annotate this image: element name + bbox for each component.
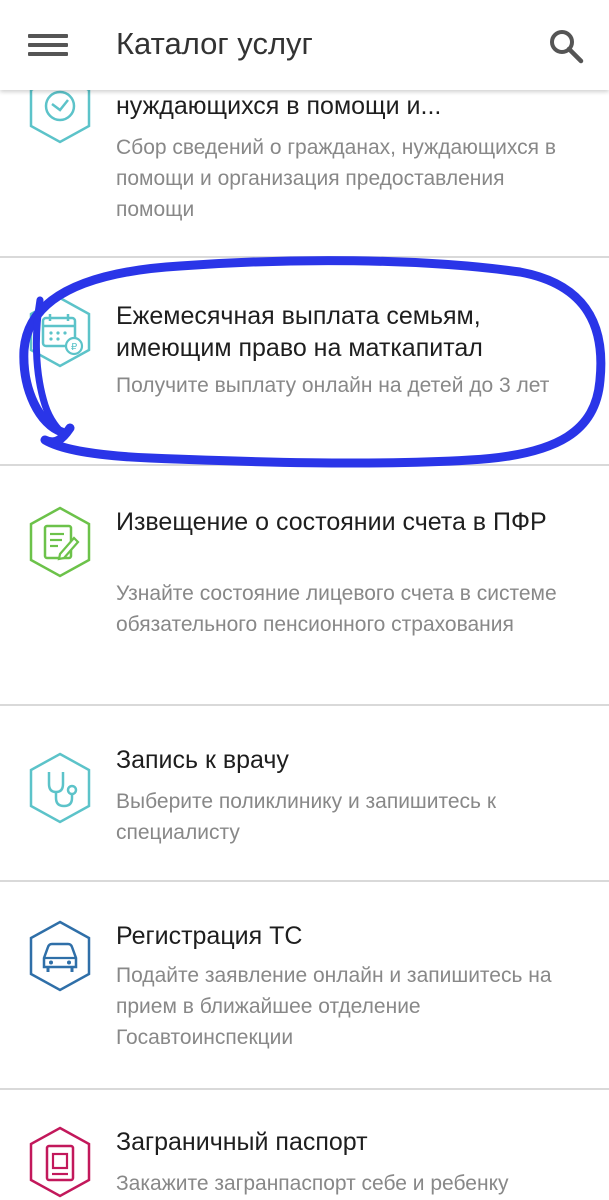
item-description: Сбор сведений о гражданах, нуждающихся в… [116, 136, 557, 221]
hamburger-menu-icon[interactable] [20, 22, 72, 68]
item-title: Заграничный паспорт [116, 1128, 368, 1156]
car-icon [29, 920, 91, 992]
list-item-doctor-appointment[interactable]: Запись к врачу Выберите поликлинику и за… [0, 706, 609, 882]
search-icon[interactable] [546, 26, 586, 66]
item-title: Регистрация ТС [116, 922, 303, 950]
page-title: Каталог услуг [116, 26, 313, 61]
screen: нуждающихся в помощи и... Сбор сведений … [0, 0, 609, 1200]
passport-icon [29, 1126, 91, 1198]
item-description: Выберите поликлинику и запишитесь к спец… [116, 790, 497, 844]
list-item-pfr-account[interactable]: Извещение о состоянии счета в ПФР Узнайт… [0, 466, 609, 706]
item-description: Закажите загранпаспорт себе и ребенку [116, 1172, 509, 1195]
item-title: Извещение о состоянии счета в ПФР [116, 508, 547, 536]
document-edit-icon [29, 506, 91, 578]
item-title: Ежемесячная выплата семьям, имеющим прав… [116, 302, 483, 362]
stethoscope-icon [29, 752, 91, 824]
item-title: Запись к врачу [116, 746, 289, 774]
calendar-ruble-icon: ₽ [29, 296, 91, 368]
list-item-monthly-payment[interactable]: ₽ Ежемесячная выплата семьям, имеющим пр… [0, 258, 609, 466]
item-description: Подайте заявление онлайн и запишитесь на… [116, 964, 552, 1049]
item-description: Получите выплату онлайн на детей до 3 ле… [116, 374, 550, 397]
app-bar: Каталог услуг [0, 0, 609, 90]
svg-text:₽: ₽ [71, 342, 78, 353]
list-item-vehicle-registration[interactable]: Регистрация ТС Подайте заявление онлайн … [0, 882, 609, 1090]
item-title: нуждающихся в помощи и... [116, 92, 442, 120]
item-description: Узнайте состояние лицевого счета в систе… [116, 582, 557, 636]
list-item-foreign-passport[interactable]: Заграничный паспорт Закажите загранпаспо… [0, 1090, 609, 1200]
